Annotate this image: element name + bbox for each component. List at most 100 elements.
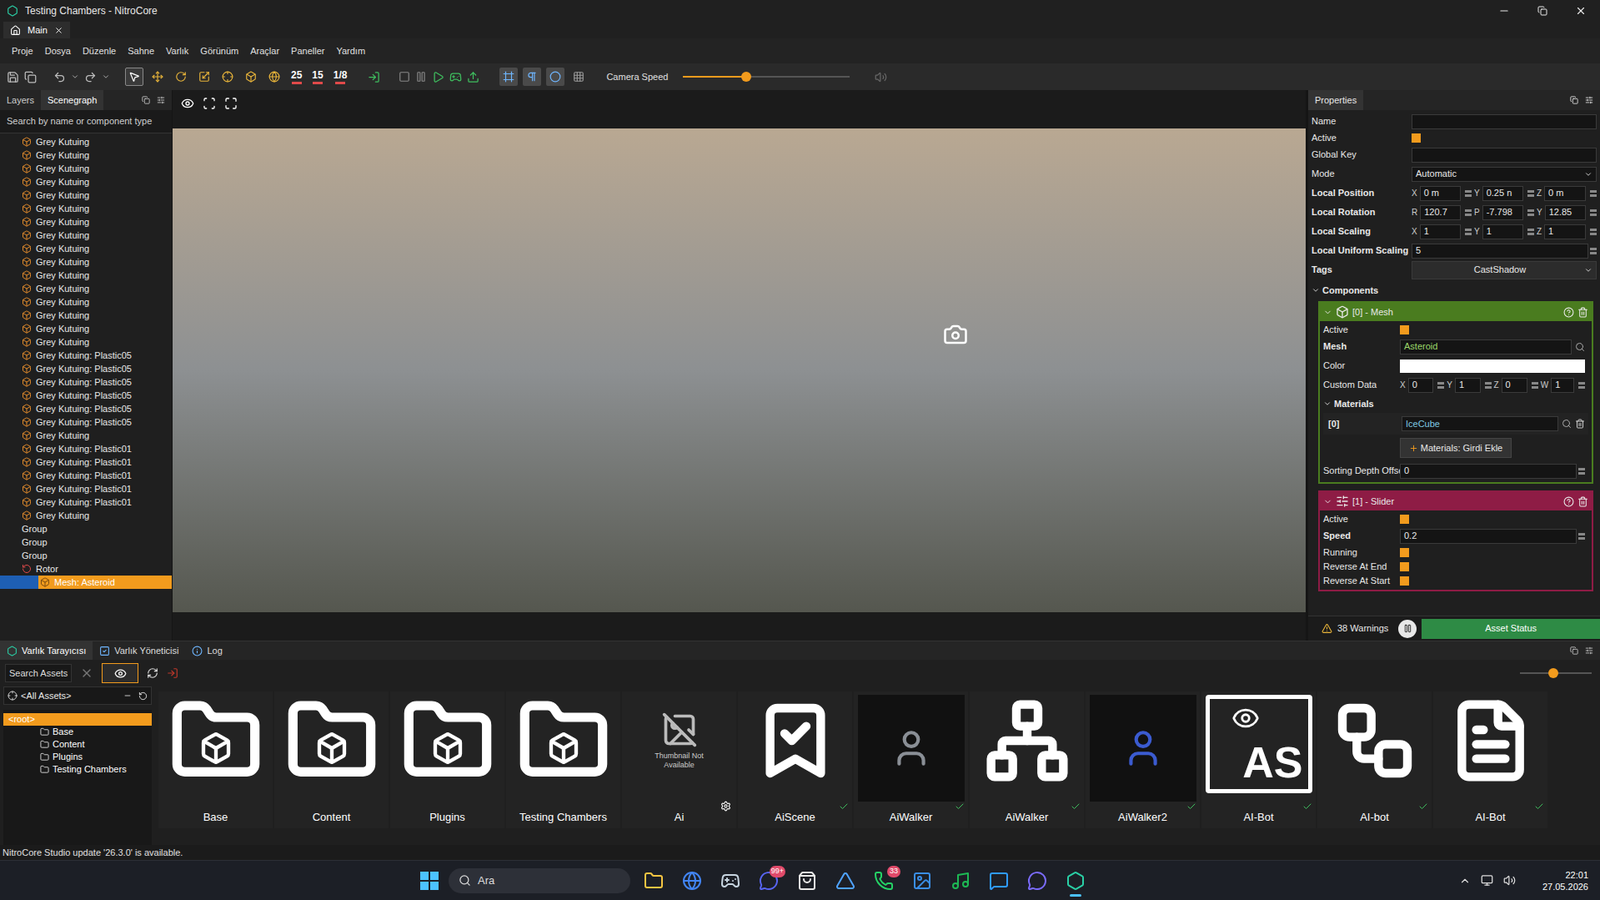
asset-filter[interactable]: <All Assets> [3, 686, 152, 705]
material-browse-icon[interactable] [1561, 418, 1572, 429]
undo-history-icon[interactable] [70, 72, 80, 81]
add-material-button[interactable]: Materials: Girdi Ekle [1399, 437, 1512, 459]
checkbox[interactable] [1399, 576, 1410, 586]
field[interactable]: 0 m [1544, 185, 1586, 201]
spinner[interactable] [1578, 532, 1585, 540]
taskbar-app[interactable] [830, 863, 861, 898]
tree-row[interactable]: Grey Kutuing [0, 268, 172, 282]
panel-tab[interactable]: Properties [1308, 90, 1364, 111]
close-button[interactable] [1561, 0, 1600, 22]
thumbnail-size-slider[interactable] [1519, 667, 1592, 678]
field[interactable]: 1 [1419, 224, 1461, 240]
taskbar-app[interactable] [715, 863, 746, 898]
snap-counter[interactable]: 25 [288, 70, 305, 85]
menu-item[interactable]: Paneller [285, 42, 330, 61]
tree-row[interactable]: Group [0, 548, 172, 562]
asset-tree-row[interactable]: Testing Chambers [3, 762, 152, 776]
tree-row[interactable]: Grey Kutuing: Plastic05 [0, 388, 172, 402]
spinner[interactable] [1464, 209, 1472, 216]
pin-icon[interactable] [1584, 95, 1594, 105]
components-header[interactable]: Components [1311, 279, 1600, 301]
checkbox[interactable] [1399, 325, 1410, 335]
tree-row[interactable]: Grey Kutuing: Plastic01 [0, 481, 172, 496]
field[interactable]: -7.798 [1482, 205, 1524, 221]
taskbar-search[interactable]: Ara [448, 867, 631, 893]
spinner[interactable] [1589, 209, 1597, 216]
clear-search-icon[interactable] [80, 666, 94, 680]
tree-row[interactable]: Grey Kutuing [0, 228, 172, 242]
asset-tree-row[interactable]: Base [3, 725, 152, 738]
field[interactable]: 1 [1454, 377, 1481, 393]
snap-counter[interactable]: 15 [309, 70, 326, 85]
menu-item[interactable]: Proje [6, 42, 39, 61]
undock-icon[interactable] [1569, 95, 1579, 105]
asset-tile[interactable]: AI-bot [1317, 691, 1432, 828]
view-toggle[interactable] [522, 67, 542, 86]
asset-tile[interactable]: ASAI-Bot [1201, 691, 1316, 828]
spinner[interactable] [1527, 209, 1535, 216]
asset-tile[interactable]: Testing Chambers [506, 691, 621, 828]
taskbar-app[interactable] [907, 863, 938, 898]
delete-icon[interactable] [1577, 496, 1589, 507]
undock-icon[interactable] [141, 95, 151, 105]
view-toggle[interactable] [546, 67, 565, 86]
field[interactable]: Asteroid [1399, 339, 1572, 355]
stop-icon[interactable] [398, 70, 411, 83]
tree-row[interactable]: Grey Kutuing: Plastic05 [0, 401, 172, 416]
tool-button[interactable] [195, 67, 214, 86]
field[interactable] [1411, 114, 1597, 130]
tree-row[interactable]: Grey Kutuing [0, 241, 172, 256]
field[interactable]: 5 [1411, 243, 1589, 259]
sound-icon[interactable] [874, 70, 888, 84]
tool-button[interactable] [171, 67, 191, 86]
undo-icon[interactable] [53, 70, 66, 84]
tree-row[interactable]: Grey Kutuing [0, 161, 172, 176]
tree-row[interactable]: Grey Kutuing: Plastic05 [0, 361, 172, 376]
visibility-icon[interactable] [180, 96, 195, 111]
tree-row[interactable]: Grey Kutuing [0, 215, 172, 229]
menu-item[interactable]: Sahne [122, 42, 160, 61]
tool-button[interactable] [148, 67, 167, 86]
field[interactable]: 12.85 [1544, 205, 1586, 221]
taskbar-app[interactable]: 99+ [753, 863, 784, 898]
pin-icon[interactable] [1584, 646, 1594, 655]
taskbar-app[interactable] [945, 863, 976, 898]
spinner[interactable] [1484, 381, 1492, 389]
tree-row[interactable]: Rotor [0, 561, 172, 576]
tags-field[interactable]: CastShadow [1411, 260, 1597, 280]
start-button[interactable] [418, 869, 441, 892]
asset-tree-row[interactable]: Content [3, 737, 152, 751]
tree-row[interactable]: Grey Kutuing [0, 148, 172, 162]
field[interactable]: Automatic [1411, 166, 1597, 182]
tree-row[interactable]: Grey Kutuing [0, 255, 172, 269]
color-swatch[interactable] [1399, 359, 1585, 373]
tab-close-icon[interactable] [54, 25, 64, 36]
tree-row[interactable]: Grey Kutuing [0, 308, 172, 322]
tree-row[interactable]: Grey Kutuing: Plastic01 [0, 455, 172, 469]
spinner[interactable] [1527, 190, 1535, 197]
asset-tree-row[interactable]: Plugins [3, 750, 152, 763]
fullscreen-icon[interactable] [224, 96, 238, 111]
field[interactable]: 120.7 [1419, 205, 1461, 221]
focus-icon[interactable] [202, 96, 216, 111]
undock-icon[interactable] [1569, 646, 1579, 655]
field[interactable]: 0.2 [1399, 528, 1577, 544]
asset-tile[interactable]: AiWalker2 [1085, 691, 1200, 828]
menu-item[interactable]: Görünüm [195, 42, 244, 61]
maximize-button[interactable] [1523, 0, 1562, 22]
taskbar-app[interactable] [1060, 863, 1091, 898]
checkbox[interactable] [1399, 561, 1410, 572]
redo-history-icon[interactable] [101, 72, 111, 81]
save-all-icon[interactable] [24, 70, 37, 84]
field[interactable]: 0 m [1419, 185, 1461, 201]
minimize-button[interactable] [1484, 0, 1524, 22]
save-icon[interactable] [6, 70, 20, 84]
checkbox[interactable] [1411, 133, 1421, 143]
asset-tile[interactable]: Content [274, 691, 389, 828]
tree-row[interactable]: Grey Kutuing: Plastic05 [0, 348, 172, 362]
field[interactable]: 1 [1544, 224, 1586, 240]
field[interactable]: 0 [1501, 377, 1528, 393]
tree-row[interactable]: Grey Kutuing: Plastic05 [0, 375, 172, 389]
tree-row[interactable]: Mesh: Asteroid [0, 575, 172, 589]
gamepad-icon[interactable] [449, 70, 462, 84]
